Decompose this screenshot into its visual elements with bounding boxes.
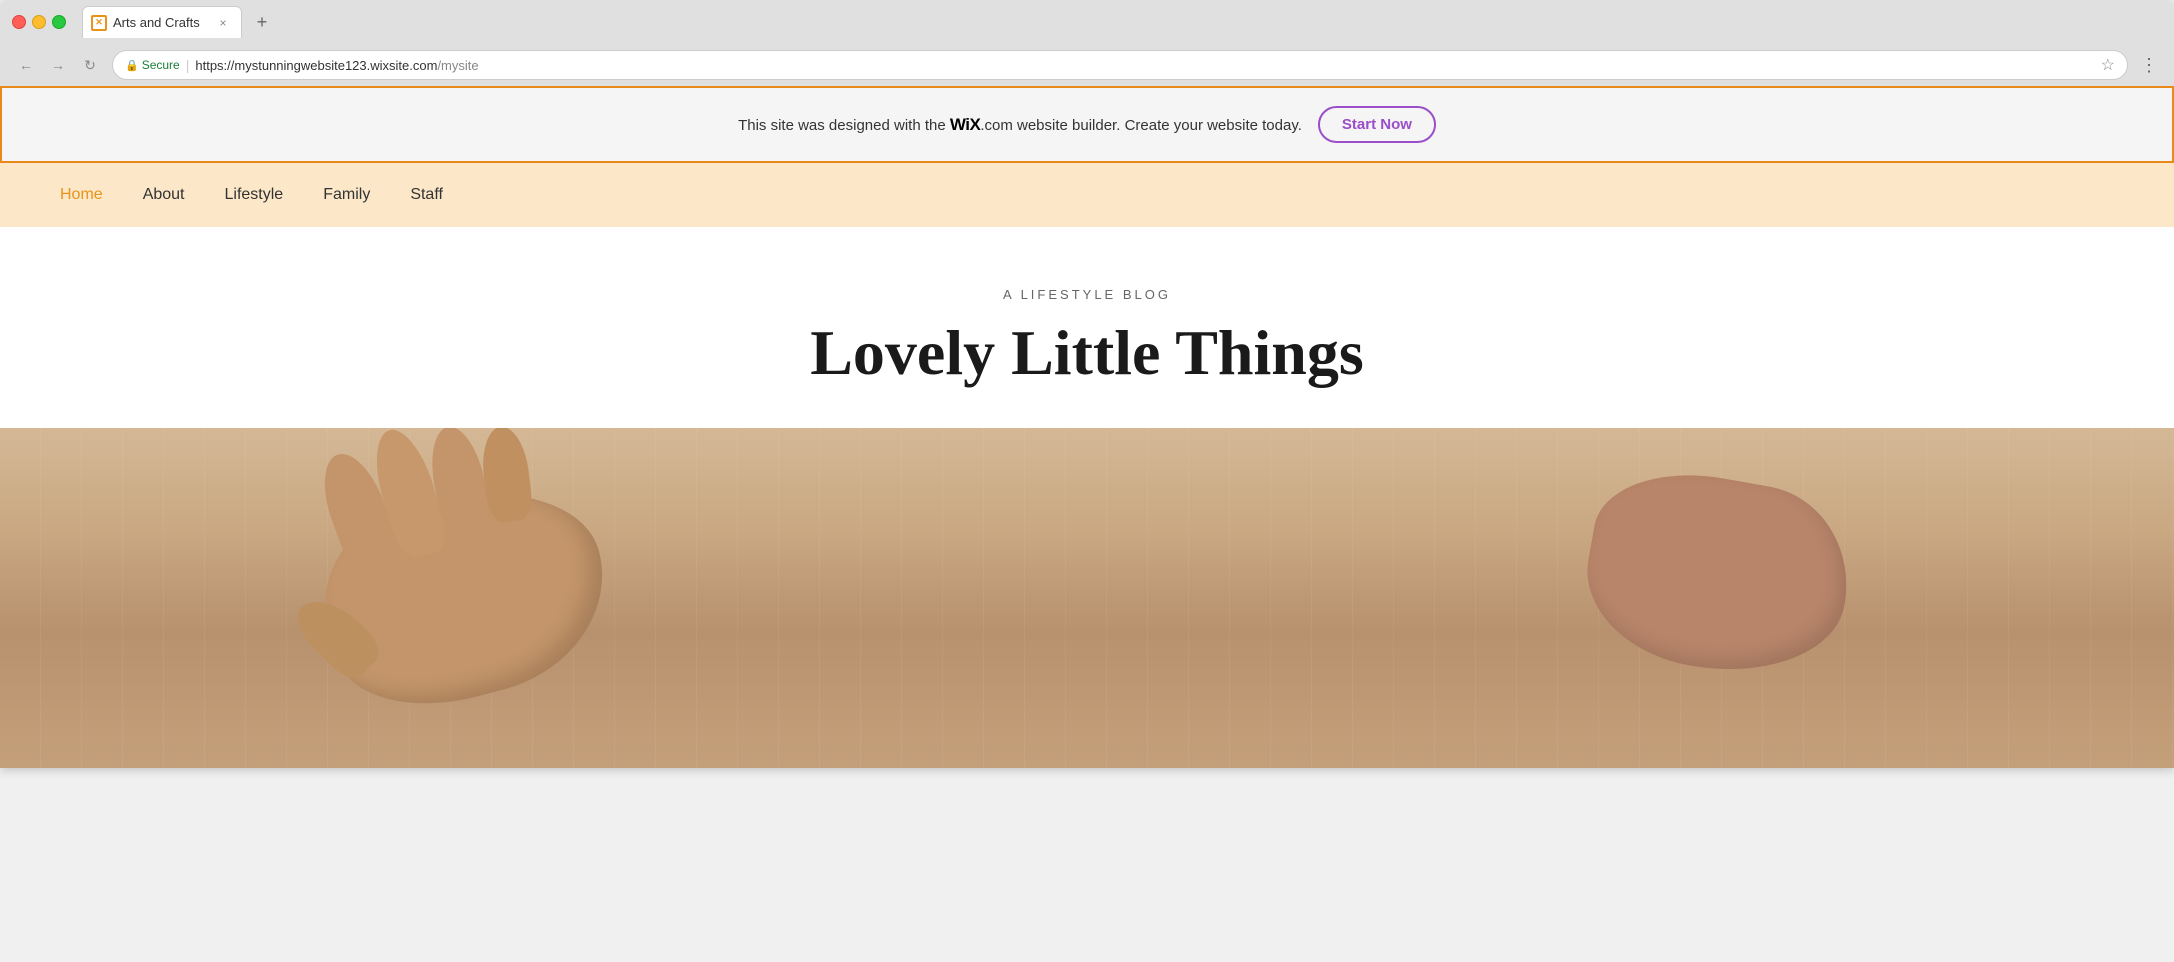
back-button[interactable]: ← xyxy=(12,51,40,79)
address-bar-row: ← → ↻ 🔒 Secure | https://mystunningwebsi… xyxy=(0,44,2174,86)
secure-label: Secure xyxy=(142,58,180,72)
hero-subtitle: A LIFESTYLE BLOG xyxy=(24,287,2150,302)
site-content: Home About Lifestyle Family Staff A LIFE… xyxy=(0,163,2174,768)
title-bar: ✕ Arts and Crafts × + xyxy=(0,0,2174,44)
url-display: https://mystunningwebsite123.wixsite.com… xyxy=(195,58,478,73)
hero-section: A LIFESTYLE BLOG Lovely Little Things xyxy=(0,227,2174,428)
nav-item-about[interactable]: About xyxy=(143,182,185,208)
nav-item-home[interactable]: Home xyxy=(60,182,103,208)
forward-button[interactable]: → xyxy=(44,51,72,79)
lock-icon: 🔒 xyxy=(125,59,139,72)
nav-buttons: ← → ↻ xyxy=(12,51,104,79)
hero-title: Lovely Little Things xyxy=(24,318,2150,388)
close-window-button[interactable] xyxy=(12,15,26,29)
hands-overlay xyxy=(0,428,2174,768)
wix-banner: This site was designed with the WiX.com … xyxy=(0,86,2174,163)
secure-badge: 🔒 Secure xyxy=(125,58,180,72)
traffic-lights xyxy=(12,15,66,29)
address-bar[interactable]: 🔒 Secure | https://mystunningwebsite123.… xyxy=(112,50,2128,80)
nav-item-lifestyle[interactable]: Lifestyle xyxy=(225,182,284,208)
new-tab-button[interactable]: + xyxy=(248,8,276,36)
thumb-left xyxy=(287,587,386,686)
tab-favicon-icon: ✕ xyxy=(91,15,107,31)
url-separator: | xyxy=(186,57,190,73)
banner-text-after: .com website builder. Create your websit… xyxy=(980,117,1302,134)
wix-brand-logo: WiX xyxy=(950,115,980,134)
hand-left xyxy=(305,464,627,730)
tab-close-button[interactable]: × xyxy=(215,15,231,31)
nav-item-family[interactable]: Family xyxy=(323,182,370,208)
maximize-window-button[interactable] xyxy=(52,15,66,29)
browser-window: ✕ Arts and Crafts × + ← → ↻ 🔒 Secure | h… xyxy=(0,0,2174,768)
nav-item-staff[interactable]: Staff xyxy=(410,182,443,208)
bookmark-button[interactable]: ☆ xyxy=(2101,55,2115,75)
more-options-button[interactable]: ⋮ xyxy=(2136,55,2162,76)
site-navigation: Home About Lifestyle Family Staff xyxy=(0,163,2174,227)
url-base: https://mystunningwebsite123.wixsite.com xyxy=(195,58,437,73)
hero-image xyxy=(0,428,2174,768)
tab-bar: ✕ Arts and Crafts × + xyxy=(82,6,2162,38)
banner-text: This site was designed with the WiX.com … xyxy=(738,115,1302,135)
banner-text-before: This site was designed with the xyxy=(738,117,950,134)
minimize-window-button[interactable] xyxy=(32,15,46,29)
start-now-button[interactable]: Start Now xyxy=(1318,106,1436,143)
url-path: /mysite xyxy=(437,58,478,73)
hand-right xyxy=(1573,458,1862,690)
tab-title: Arts and Crafts xyxy=(113,15,200,30)
refresh-button[interactable]: ↻ xyxy=(76,51,104,79)
browser-tab[interactable]: ✕ Arts and Crafts × xyxy=(82,6,242,38)
